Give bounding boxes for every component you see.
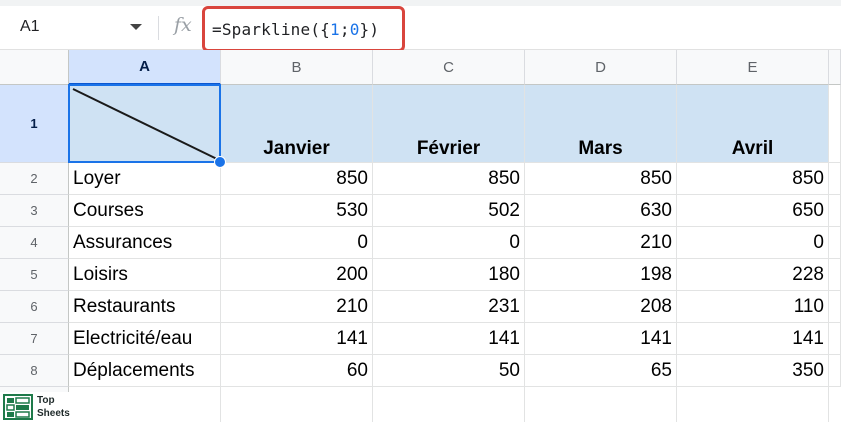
top-sheets-logo-icon bbox=[3, 394, 33, 420]
row-header-7[interactable]: 7 bbox=[0, 323, 69, 355]
cell-partial bbox=[829, 355, 841, 387]
cell-b4[interactable]: 0 bbox=[221, 227, 373, 259]
column-header-e[interactable]: E bbox=[677, 50, 829, 85]
formula-token: ; bbox=[339, 19, 350, 39]
column-header-b[interactable]: B bbox=[221, 50, 373, 85]
cell-e2[interactable]: 850 bbox=[677, 163, 829, 195]
row-header-1[interactable]: 1 bbox=[0, 85, 69, 163]
cell-d6[interactable]: 208 bbox=[525, 291, 677, 323]
cell-b3[interactable]: 530 bbox=[221, 195, 373, 227]
cell-d8[interactable]: 65 bbox=[525, 355, 677, 387]
cell-partial bbox=[829, 291, 841, 323]
fill-handle[interactable] bbox=[214, 156, 226, 168]
formula-number-token: 0 bbox=[349, 19, 360, 39]
sparkline-line bbox=[72, 88, 218, 160]
cell-e6[interactable]: 110 bbox=[677, 291, 829, 323]
column-header-partial bbox=[829, 50, 841, 85]
row-header-8[interactable]: 8 bbox=[0, 355, 69, 387]
formula-text: =Sparkline({1;0}) bbox=[212, 20, 379, 39]
cell-a5[interactable]: Loisirs bbox=[69, 259, 221, 291]
cell-a3[interactable]: Courses bbox=[69, 195, 221, 227]
formula-token: }) bbox=[359, 19, 380, 39]
cell-empty bbox=[373, 387, 525, 422]
cell-c7[interactable]: 141 bbox=[373, 323, 525, 355]
cell-c8[interactable]: 50 bbox=[373, 355, 525, 387]
cell-d1[interactable]: Mars bbox=[525, 85, 677, 163]
name-box-value: A1 bbox=[20, 18, 40, 35]
cell-d3[interactable]: 630 bbox=[525, 195, 677, 227]
caret-down-icon[interactable] bbox=[130, 24, 142, 30]
column-header-a[interactable]: A bbox=[69, 50, 221, 85]
cell-b7[interactable]: 141 bbox=[221, 323, 373, 355]
cell-a8[interactable]: Déplacements bbox=[69, 355, 221, 387]
cell-a6[interactable]: Restaurants bbox=[69, 291, 221, 323]
cell-empty bbox=[221, 387, 373, 422]
cell-b1[interactable]: Janvier bbox=[221, 85, 373, 163]
cell-a1[interactable] bbox=[69, 85, 221, 163]
formula-bar-divider bbox=[158, 16, 159, 40]
cell-d4[interactable]: 210 bbox=[525, 227, 677, 259]
cell-c2[interactable]: 850 bbox=[373, 163, 525, 195]
formula-token: =Sparkline({ bbox=[212, 19, 330, 39]
row-header-2[interactable]: 2 bbox=[0, 163, 69, 195]
formula-number-token: 1 bbox=[330, 19, 340, 39]
row-header-5[interactable]: 5 bbox=[0, 259, 69, 291]
cell-b8[interactable]: 60 bbox=[221, 355, 373, 387]
cell-e5[interactable]: 228 bbox=[677, 259, 829, 291]
cell-partial bbox=[829, 85, 841, 163]
cell-c6[interactable]: 231 bbox=[373, 291, 525, 323]
cell-partial bbox=[829, 227, 841, 259]
cell-partial bbox=[829, 323, 841, 355]
cell-c4[interactable]: 0 bbox=[373, 227, 525, 259]
cell-partial bbox=[829, 195, 841, 227]
row-header-3[interactable]: 3 bbox=[0, 195, 69, 227]
cell-b2[interactable]: 850 bbox=[221, 163, 373, 195]
cell-a2[interactable]: Loyer bbox=[69, 163, 221, 195]
logo-line-1: Top bbox=[37, 395, 55, 406]
cell-b6[interactable]: 210 bbox=[221, 291, 373, 323]
cell-c1[interactable]: Février bbox=[373, 85, 525, 163]
cell-empty bbox=[525, 387, 677, 422]
logo-line-2: Sheets bbox=[37, 408, 70, 419]
row-header-6[interactable]: 6 bbox=[0, 291, 69, 323]
top-sheets-logo: Top Sheets bbox=[0, 392, 80, 422]
sparkline-diagonal bbox=[72, 88, 218, 160]
formula-input[interactable]: =Sparkline({1;0}) bbox=[202, 6, 405, 52]
cell-e1[interactable]: Avril bbox=[677, 85, 829, 163]
cell-b5[interactable]: 200 bbox=[221, 259, 373, 291]
cell-e4[interactable]: 0 bbox=[677, 227, 829, 259]
cell-partial bbox=[829, 259, 841, 291]
logo-text: Top Sheets bbox=[37, 394, 70, 420]
cell-e3[interactable]: 650 bbox=[677, 195, 829, 227]
cell-e7[interactable]: 141 bbox=[677, 323, 829, 355]
column-header-c[interactable]: C bbox=[373, 50, 525, 85]
cell-d7[interactable]: 141 bbox=[525, 323, 677, 355]
name-box[interactable]: A1 bbox=[10, 12, 150, 42]
cell-a7[interactable]: Electricité/eau bbox=[69, 323, 221, 355]
cell-c5[interactable]: 180 bbox=[373, 259, 525, 291]
row-header-4[interactable]: 4 bbox=[0, 227, 69, 259]
cell-partial bbox=[829, 163, 841, 195]
toolbar-edge bbox=[0, 0, 841, 6]
cell-a4[interactable]: Assurances bbox=[69, 227, 221, 259]
cell-d2[interactable]: 850 bbox=[525, 163, 677, 195]
cell-c3[interactable]: 502 bbox=[373, 195, 525, 227]
cell-e8[interactable]: 350 bbox=[677, 355, 829, 387]
select-all-corner[interactable] bbox=[0, 50, 69, 85]
cell-d5[interactable]: 198 bbox=[525, 259, 677, 291]
cell-empty bbox=[677, 387, 829, 422]
formula-bar-area: A1 fx =Sparkline({1;0}) bbox=[0, 0, 841, 52]
column-header-d[interactable]: D bbox=[525, 50, 677, 85]
fx-icon: fx bbox=[174, 14, 192, 36]
cell-empty bbox=[69, 387, 221, 422]
